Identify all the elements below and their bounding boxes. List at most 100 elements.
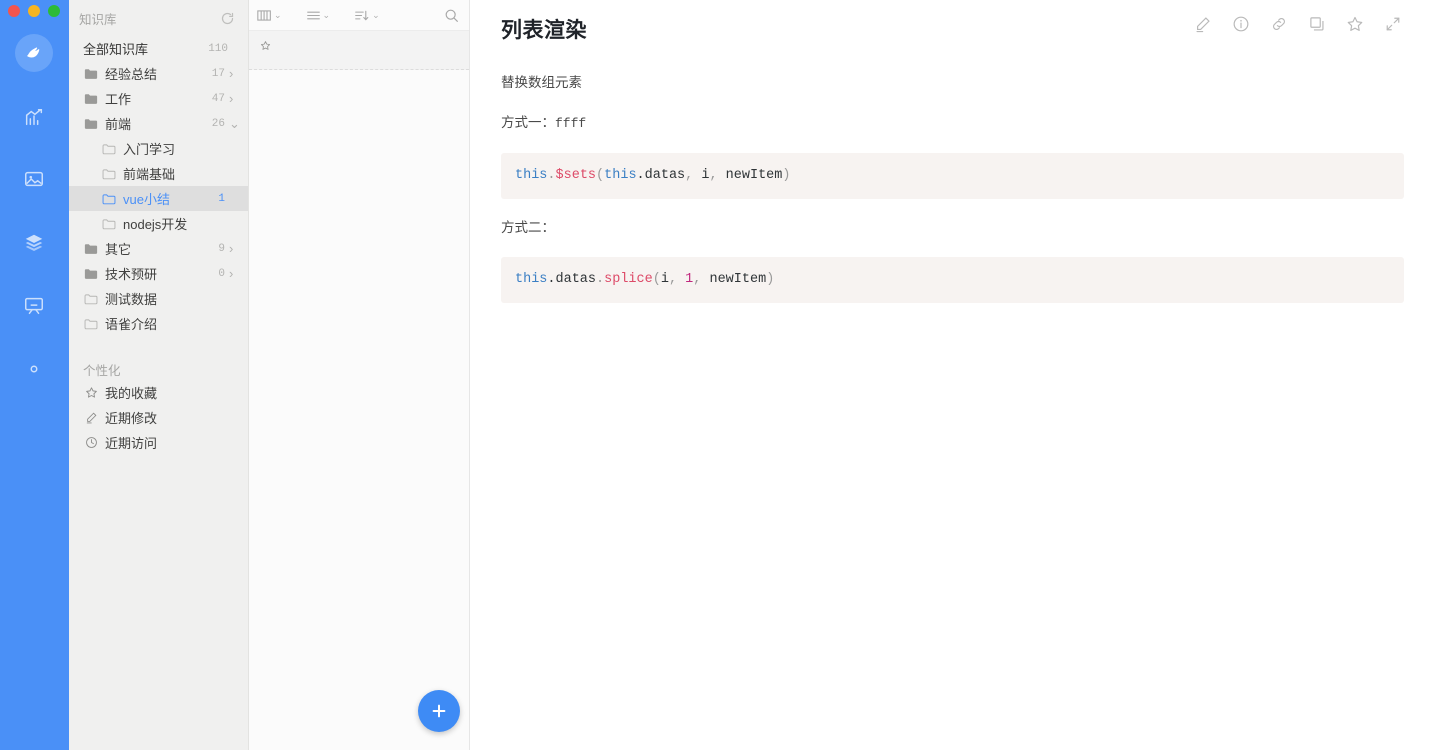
chevron-right-icon[interactable]: › xyxy=(229,266,240,281)
sidebar-item-0[interactable]: 经验总结 17 › xyxy=(69,61,248,86)
plus-icon xyxy=(430,702,448,720)
code-token: ) xyxy=(766,272,774,287)
chevron-right-icon[interactable]: › xyxy=(229,241,240,256)
paragraph-text: 方式一： xyxy=(501,115,555,130)
list-item-title-row xyxy=(259,39,459,51)
sidebar-folder-list: 经验总结17›工作47›前端26⌄入门学习›前端基础›vue小结1›nodejs… xyxy=(69,61,248,336)
folder-filled-icon xyxy=(84,243,98,255)
folder-outline-icon xyxy=(83,316,99,332)
paragraph-text: 方式二： xyxy=(501,220,555,235)
sidebar-item-5[interactable]: vue小结1› xyxy=(69,186,248,211)
link-icon xyxy=(1270,15,1288,33)
code-token: , xyxy=(685,168,701,183)
sidebar-item-count: 0 xyxy=(218,268,225,280)
search-button[interactable] xyxy=(444,8,459,23)
minimize-window-button[interactable] xyxy=(28,5,40,17)
sidebar-item-count: 110 xyxy=(208,43,228,55)
sidebar-title: 知识库 xyxy=(79,9,117,28)
lines-icon xyxy=(306,9,321,22)
sidebar-personal-item-2[interactable]: 近期访问 xyxy=(69,430,248,455)
sidebar-item-2[interactable]: 前端 26 ⌄ xyxy=(69,111,248,136)
folder-outline-icon xyxy=(84,293,98,305)
sidebar-item-3[interactable]: 入门学习› xyxy=(69,136,248,161)
code-block: this.datas.splice(i, 1, newItem) xyxy=(501,257,1404,303)
window-traffic-lights xyxy=(8,5,60,17)
star-outline-icon[interactable] xyxy=(259,39,271,51)
sidebar-item-label: 语雀介绍 xyxy=(105,314,157,333)
image-icon[interactable] xyxy=(21,166,47,192)
code-token: .datas xyxy=(547,272,596,287)
sidebar-personal-item-label: 我的收藏 xyxy=(105,383,157,402)
analytics-chart-icon[interactable] xyxy=(21,105,47,131)
column-view-button[interactable]: ⌄ xyxy=(257,9,282,22)
link-button[interactable] xyxy=(1269,14,1289,34)
sidebar-item-count: 26 xyxy=(212,118,225,130)
sidebar-item-count: 1 xyxy=(218,193,225,205)
code-token: ( xyxy=(653,272,661,287)
sidebar-personal-item-1[interactable]: 近期修改 xyxy=(69,405,248,430)
layers-icon[interactable] xyxy=(21,230,47,256)
sort-button[interactable]: ⌄ xyxy=(354,9,380,22)
document-list-panel: ⌄ ⌄ ⌄ xyxy=(249,0,470,750)
info-button[interactable] xyxy=(1231,14,1251,34)
sidebar-item-label: 测试数据 xyxy=(105,289,157,308)
pencil-icon xyxy=(83,410,99,426)
sidebar-item-label: vue小结 xyxy=(123,189,170,208)
favorite-button[interactable] xyxy=(1345,14,1365,34)
code-token: newItem xyxy=(709,272,766,287)
bird-logo-glyph xyxy=(22,41,46,65)
sidebar-item-8[interactable]: 技术预研0› xyxy=(69,261,248,286)
sidebar-item-label: 前端基础 xyxy=(123,164,175,183)
sidebar-personal-item-label: 近期访问 xyxy=(105,433,157,452)
sidebar-personal-item-0[interactable]: 我的收藏 xyxy=(69,380,248,405)
folder-outline-icon xyxy=(102,193,116,205)
code-token: this xyxy=(515,272,547,287)
code-token: , xyxy=(669,272,685,287)
sidebar-item-10[interactable]: 语雀介绍› xyxy=(69,311,248,336)
sidebar-item-4[interactable]: 前端基础› xyxy=(69,161,248,186)
gear-icon[interactable] xyxy=(21,356,47,382)
board-icon[interactable] xyxy=(21,293,47,319)
bird-logo-icon[interactable] xyxy=(15,34,53,72)
sidebar-section-title: 个性化 xyxy=(69,358,248,380)
list-item[interactable] xyxy=(249,31,469,70)
sidebar-personal-list: 我的收藏近期修改近期访问 xyxy=(69,380,248,455)
add-document-button[interactable] xyxy=(418,690,460,732)
folder-filled-icon xyxy=(83,266,99,282)
sidebar-item-7[interactable]: 其它9› xyxy=(69,236,248,261)
folder-outline-icon xyxy=(101,141,117,157)
expand-icon xyxy=(1384,15,1402,33)
chevron-down-icon[interactable]: ⌄ xyxy=(229,116,240,132)
sidebar-item-label: 前端 xyxy=(105,114,131,133)
sidebar-item-label: 入门学习 xyxy=(123,139,175,158)
folder-filled-icon xyxy=(83,116,99,132)
code-token: newItem xyxy=(726,168,783,183)
code-block: this.$sets(this.datas, i, newItem) xyxy=(501,153,1404,199)
refresh-icon[interactable] xyxy=(218,9,236,27)
paragraph-inline-code: ffff xyxy=(555,116,586,131)
clock-icon xyxy=(83,435,99,451)
chevron-down-icon: ⌄ xyxy=(323,11,331,20)
code-token: , xyxy=(693,272,709,287)
edit-button[interactable] xyxy=(1193,14,1213,34)
sidebar-item-label: 经验总结 xyxy=(105,64,157,83)
close-window-button[interactable] xyxy=(8,5,20,17)
maximize-window-button[interactable] xyxy=(48,5,60,17)
list-view-button[interactable]: ⌄ xyxy=(306,9,331,22)
chevron-right-icon[interactable]: › xyxy=(229,66,240,81)
fullscreen-button[interactable] xyxy=(1383,14,1403,34)
chevron-down-icon: ⌄ xyxy=(372,11,380,20)
search-icon xyxy=(444,8,459,23)
sidebar-item-count: 17 xyxy=(212,68,225,80)
sidebar-item-count: 9 xyxy=(218,243,225,255)
sidebar-item-all-libraries[interactable]: 全部知识库 110 xyxy=(69,36,248,61)
sidebar-item-9[interactable]: 测试数据› xyxy=(69,286,248,311)
folder-outline-icon xyxy=(102,143,116,155)
copy-button[interactable] xyxy=(1307,14,1327,34)
folder-filled-icon xyxy=(84,68,98,80)
sidebar-item-label: 全部知识库 xyxy=(83,39,148,58)
sidebar-item-1[interactable]: 工作47› xyxy=(69,86,248,111)
columns-icon xyxy=(257,9,272,22)
sidebar-item-6[interactable]: nodejs开发› xyxy=(69,211,248,236)
chevron-right-icon[interactable]: › xyxy=(229,91,240,106)
